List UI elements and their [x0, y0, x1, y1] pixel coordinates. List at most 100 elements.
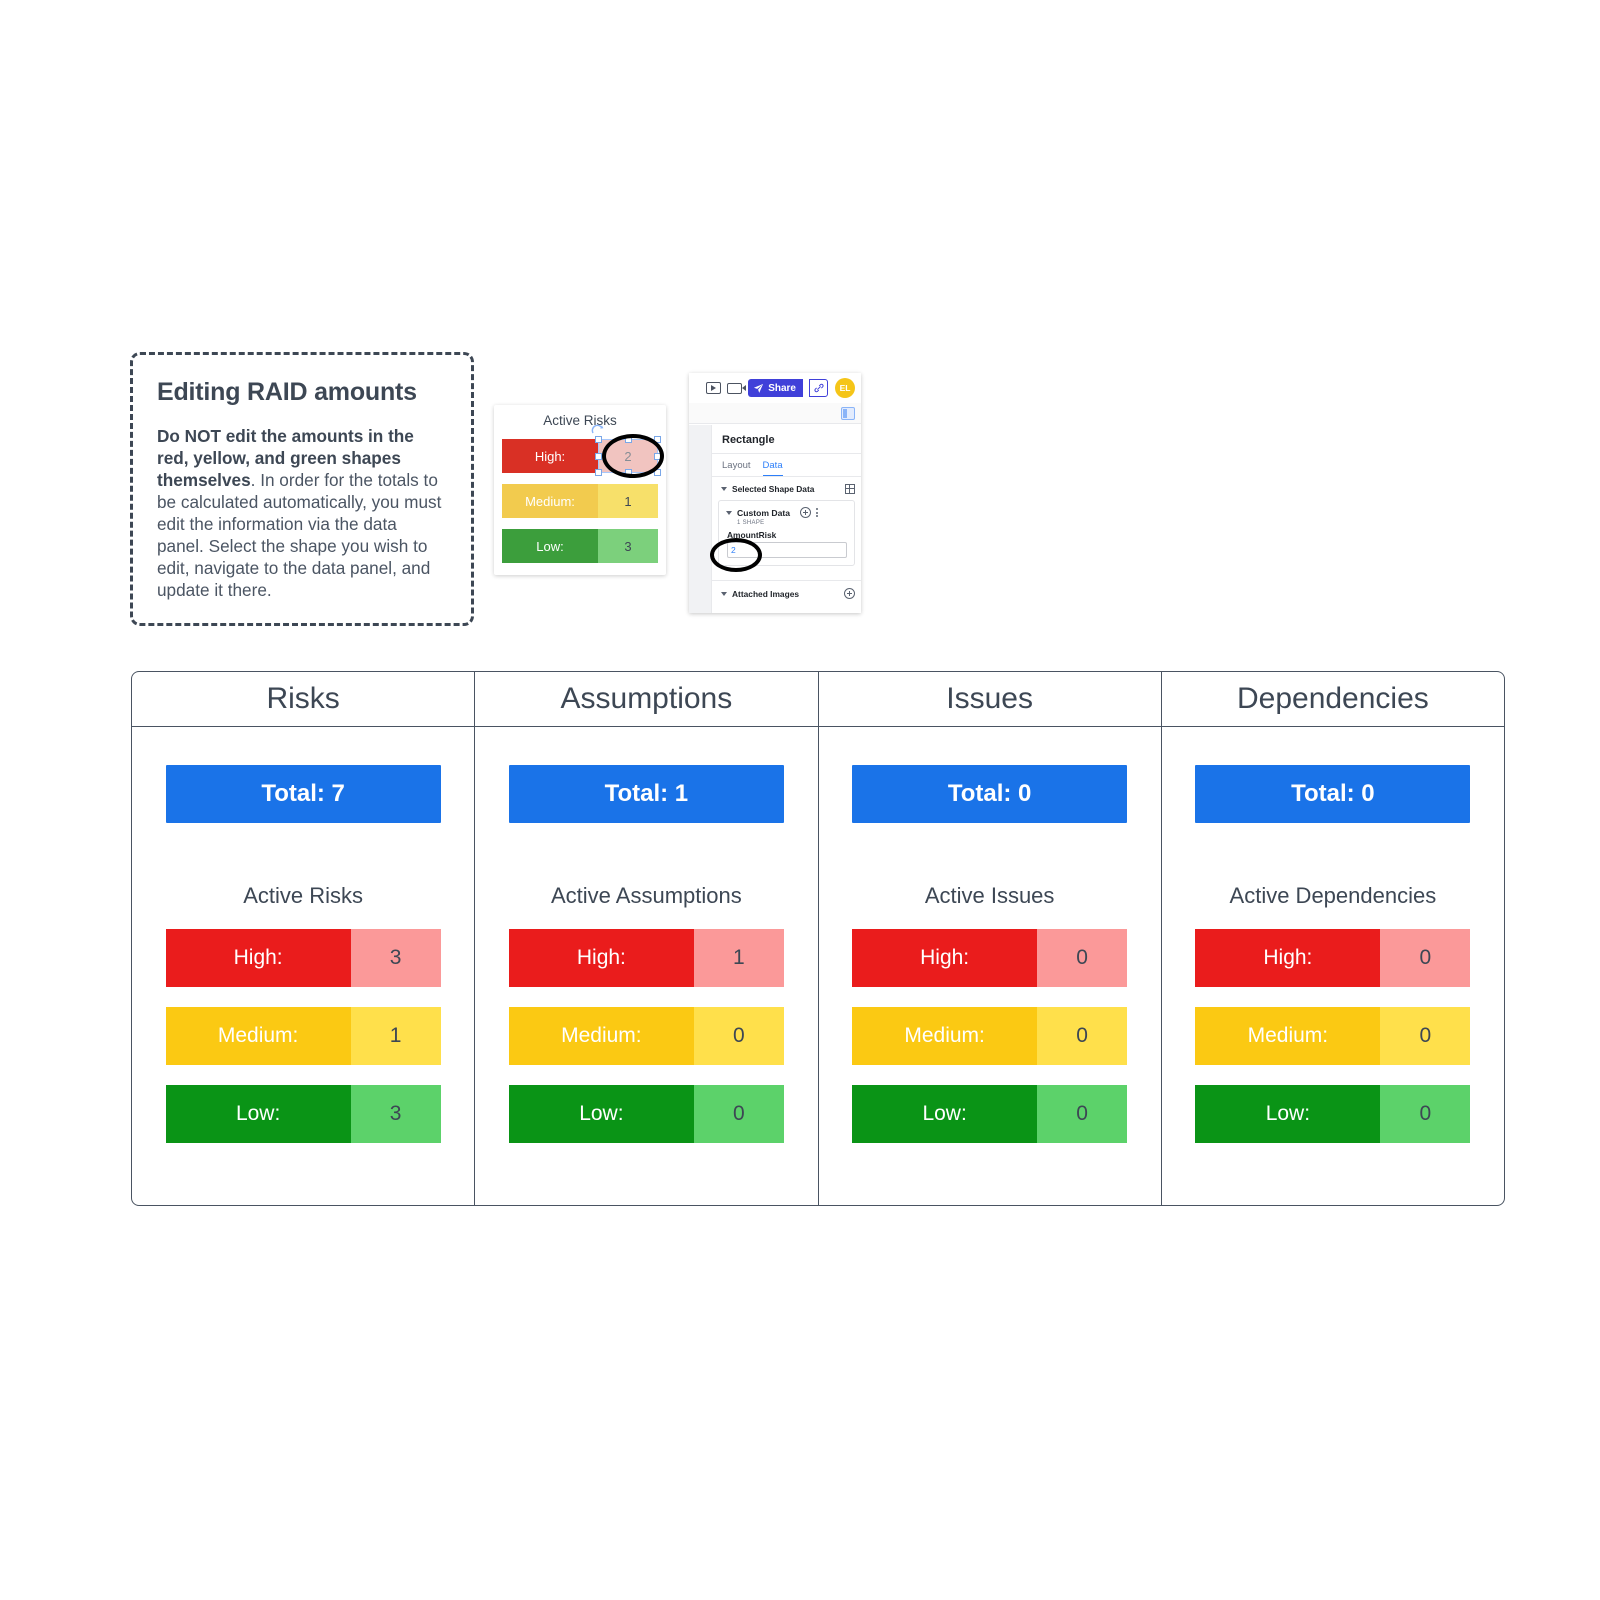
severity-value-low: 0 [1037, 1085, 1128, 1143]
severity-value-high: 0 [1380, 929, 1471, 987]
mini-bar-high-label: High: [502, 439, 598, 473]
severity-label-medium: Medium: [165, 1007, 351, 1065]
raid-column-risks: Total: 7 Active Risks High: 3 Medium: 1 … [132, 727, 476, 1205]
share-button-label: Share [768, 382, 796, 394]
column-header-risks: Risks [132, 672, 476, 726]
column-header-assumptions: Assumptions [475, 672, 819, 726]
mini-bar-medium[interactable]: Medium: 1 [502, 484, 658, 518]
severity-value-medium: 0 [693, 1007, 784, 1065]
instruction-title: Editing RAID amounts [157, 378, 417, 406]
mini-chart-title: Active Risks [543, 413, 617, 428]
severity-label-low: Low: [508, 1085, 694, 1143]
severity-bars-issues: High: 0 Medium: 0 Low: 0 [852, 929, 1128, 1143]
attached-images-label: Attached Images [732, 588, 800, 599]
severity-label-medium: Medium: [852, 1007, 1038, 1065]
severity-label-low: Low: [852, 1085, 1038, 1143]
share-button[interactable]: Share [748, 379, 803, 397]
severity-bar-medium[interactable]: Medium: 1 [165, 1007, 441, 1065]
raid-column-dependencies: Total: 0 Active Dependencies High: 0 Med… [1162, 727, 1504, 1205]
severity-label-medium: Medium: [508, 1007, 694, 1065]
severity-bar-low[interactable]: Low: 0 [508, 1085, 784, 1143]
severity-bar-high[interactable]: High: 0 [1195, 929, 1471, 987]
copy-link-icon[interactable] [809, 379, 828, 397]
active-label-issues: Active Issues [924, 883, 1055, 908]
chevron-down-icon [721, 591, 727, 596]
panel-heading: Rectangle [712, 425, 861, 454]
severity-label-low: Low: [165, 1085, 351, 1143]
total-bar-risks[interactable]: Total: 7 [165, 765, 441, 823]
severity-value-high: 0 [1037, 929, 1128, 987]
active-label-assumptions: Active Assumptions [551, 883, 742, 908]
raid-table-body: Total: 7 Active Risks High: 3 Medium: 1 … [132, 727, 1504, 1205]
severity-bar-high[interactable]: High: 0 [852, 929, 1128, 987]
add-field-icon[interactable] [800, 507, 812, 518]
attached-images-section[interactable]: Attached Images [712, 580, 861, 605]
more-options-icon[interactable] [816, 507, 819, 518]
severity-label-high: High: [508, 929, 694, 987]
custom-field-input[interactable]: 2 [727, 542, 847, 558]
mini-bar-medium-label: Medium: [502, 484, 598, 518]
active-label-dependencies: Active Dependencies [1229, 883, 1437, 908]
severity-value-medium: 0 [1037, 1007, 1128, 1065]
attached-images-row: Attached Images [712, 581, 861, 605]
mini-chart-card: Active Risks High: 2 Medium: 1 Low: 3 [494, 405, 666, 575]
mini-bar-low[interactable]: Low: 3 [502, 529, 658, 563]
custom-data-label: Custom Data [737, 507, 791, 518]
severity-bars-dependencies: High: 0 Medium: 0 Low: 0 [1195, 929, 1471, 1143]
total-bar-dependencies[interactable]: Total: 0 [1195, 765, 1471, 823]
mini-bar-high-value: 2 [598, 439, 658, 473]
panel-toggle-icon[interactable] [841, 406, 855, 420]
severity-bar-low[interactable]: Low: 0 [1195, 1085, 1471, 1143]
instruction-callout: Editing RAID amounts Do NOT edit the amo… [130, 352, 474, 626]
video-call-icon[interactable] [727, 382, 747, 394]
chevron-down-icon [726, 510, 732, 515]
total-bar-issues[interactable]: Total: 0 [852, 765, 1128, 823]
severity-bar-low[interactable]: Low: 0 [852, 1085, 1128, 1143]
severity-bar-high[interactable]: High: 1 [508, 929, 784, 987]
custom-data-header[interactable]: Custom Data [719, 501, 854, 520]
present-icon[interactable] [706, 382, 722, 394]
custom-data-card: Custom Data 1 SHAPE AmountRisk 2 [718, 500, 855, 566]
chevron-down-icon [721, 487, 727, 491]
severity-bar-high[interactable]: High: 3 [165, 929, 441, 987]
total-bar-assumptions[interactable]: Total: 1 [508, 765, 784, 823]
severity-bar-low[interactable]: Low: 3 [165, 1085, 441, 1143]
mini-bar-low-label: Low: [502, 529, 598, 563]
panel-tabs: Layout Data [712, 454, 861, 477]
severity-label-high: High: [852, 929, 1038, 987]
shape-data-panel: Rectangle Layout Data Selected Shape Dat… [711, 425, 861, 613]
app-subtoolbar [689, 403, 861, 424]
avatar[interactable]: EL [835, 378, 855, 398]
tab-data[interactable]: Data [762, 460, 783, 476]
instruction-body: Do NOT edit the amounts in the red, yell… [157, 425, 447, 601]
raid-table-header: Risks Assumptions Issues Dependencies [132, 672, 1504, 727]
tab-layout[interactable]: Layout [722, 460, 751, 476]
column-header-dependencies: Dependencies [1236, 682, 1429, 715]
severity-label-high: High: [1195, 929, 1381, 987]
active-label-risks: Active Risks [243, 883, 364, 908]
selected-shape-data-section[interactable]: Selected Shape Data [712, 477, 861, 500]
rotate-handle-icon[interactable] [591, 423, 605, 437]
severity-value-low: 0 [693, 1085, 784, 1143]
mini-bar-high[interactable]: High: 2 [502, 439, 658, 473]
custom-data-subtitle: 1 SHAPE [737, 520, 765, 526]
custom-field-label: AmountRisk [727, 530, 777, 540]
app-toolbar: Share EL [689, 373, 861, 404]
severity-bar-medium[interactable]: Medium: 0 [508, 1007, 784, 1065]
severity-bars-risks: High: 3 Medium: 1 Low: 3 [165, 929, 441, 1143]
severity-value-medium: 0 [1380, 1007, 1471, 1065]
add-image-icon[interactable] [844, 588, 855, 599]
mini-bar-medium-value: 1 [598, 484, 658, 518]
table-view-icon[interactable] [845, 484, 855, 494]
severity-value-medium: 1 [350, 1007, 441, 1065]
severity-bar-medium[interactable]: Medium: 0 [1195, 1007, 1471, 1065]
severity-value-low: 3 [350, 1085, 441, 1143]
severity-bar-medium[interactable]: Medium: 0 [852, 1007, 1128, 1065]
severity-label-low: Low: [1195, 1085, 1381, 1143]
severity-value-high: 1 [693, 929, 784, 987]
severity-label-medium: Medium: [1195, 1007, 1381, 1065]
column-header-issues: Issues [819, 672, 1162, 726]
severity-value-low: 0 [1380, 1085, 1471, 1143]
raid-column-issues: Total: 0 Active Issues High: 0 Medium: 0… [819, 727, 1162, 1205]
raid-summary-table: Risks Assumptions Issues Dependencies To… [131, 671, 1505, 1206]
